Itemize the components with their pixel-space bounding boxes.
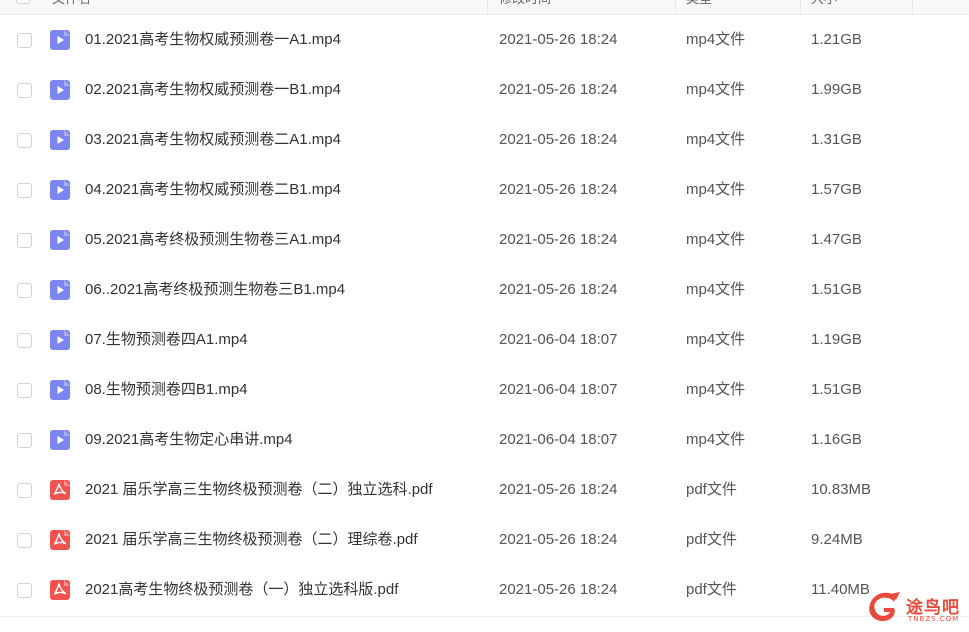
file-name[interactable]: 08.生物预测卷四B1.mp4: [85, 365, 248, 415]
file-type: pdf文件: [686, 581, 737, 598]
column-divider[interactable]: [487, 0, 488, 14]
file-mtime: 2021-05-26 18:24: [499, 531, 618, 548]
row-checkbox[interactable]: [17, 583, 32, 598]
file-row[interactable]: 07.生物预测卷四A1.mp4 2021-06-04 18:07 mp4文件 1.19…: [0, 315, 969, 365]
file-row[interactable]: 01.2021高考生物权威预测卷一A1.mp4 2021-05-26 18:24 m…: [0, 15, 969, 65]
row-checkbox[interactable]: [17, 33, 32, 48]
file-size: 1.99GB: [811, 81, 862, 98]
file-name[interactable]: 04.2021高考生物权威预测卷二B1.mp4: [85, 165, 341, 215]
column-header-mtime[interactable]: 修改时间: [499, 0, 551, 14]
pdf-file-icon: [50, 480, 70, 500]
video-file-icon: [50, 380, 70, 400]
file-type: mp4文件: [686, 231, 746, 248]
watermark-url: TNBZS.COM: [908, 615, 960, 623]
file-size: 1.47GB: [811, 231, 862, 248]
file-mtime: 2021-05-26 18:24: [499, 231, 618, 248]
column-divider[interactable]: [800, 0, 801, 14]
watermark: 途鸟吧 TNBZS.COM: [866, 588, 966, 628]
video-file-icon: [50, 430, 70, 450]
file-size: 11.40MB: [811, 581, 870, 598]
file-size: 1.51GB: [811, 381, 862, 398]
file-name[interactable]: 01.2021高考生物权威预测卷一A1.mp4: [85, 15, 341, 65]
file-mtime: 2021-06-04 18:07: [499, 431, 618, 448]
file-name[interactable]: 2021 届乐学高三生物终极预测卷（二）理综卷.pdf: [85, 515, 418, 565]
file-row[interactable]: 09.2021高考生物定心串讲.mp4 2021-06-04 18:07 mp4文件…: [0, 415, 969, 465]
file-name[interactable]: 02.2021高考生物权威预测卷一B1.mp4: [85, 65, 341, 115]
select-all-checkbox[interactable]: [16, 0, 30, 4]
file-row[interactable]: 08.生物预测卷四B1.mp4 2021-06-04 18:07 mp4文件 1.51…: [0, 365, 969, 415]
pdf-file-icon: [50, 530, 70, 550]
file-mtime: 2021-05-26 18:24: [499, 281, 618, 298]
file-name[interactable]: 03.2021高考生物权威预测卷二A1.mp4: [85, 115, 341, 165]
file-type: mp4文件: [686, 281, 746, 298]
file-name[interactable]: 07.生物预测卷四A1.mp4: [85, 315, 248, 365]
file-mtime: 2021-05-26 18:24: [499, 481, 618, 498]
file-mtime: 2021-05-26 18:24: [499, 131, 618, 148]
watermark-logo-icon: [869, 592, 900, 622]
file-mtime: 2021-05-26 18:24: [499, 81, 618, 98]
file-row[interactable]: 06..2021高考终极预测生物卷三B1.mp4 2021-05-26 18:24…: [0, 265, 969, 315]
file-size: 10.83MB: [811, 481, 872, 498]
file-name[interactable]: 2021高考生物终极预测卷（一）独立选科版.pdf: [85, 565, 398, 615]
file-name[interactable]: 09.2021高考生物定心串讲.mp4: [85, 415, 293, 465]
row-checkbox[interactable]: [17, 333, 32, 348]
row-checkbox[interactable]: [17, 183, 32, 198]
file-mtime: 2021-06-04 18:07: [499, 331, 618, 348]
row-checkbox[interactable]: [17, 83, 32, 98]
file-type: mp4文件: [686, 31, 746, 48]
file-row[interactable]: 02.2021高考生物权威预测卷一B1.mp4 2021-05-26 18:24 m…: [0, 65, 969, 115]
file-mtime: 2021-05-26 18:24: [499, 31, 618, 48]
file-list-header: 文件名 ▾ 修改时间 类型 大小: [0, 0, 969, 15]
file-type: mp4文件: [686, 81, 746, 98]
file-row[interactable]: 05.2021高考终极预测生物卷三A1.mp4 2021-05-26 18:24 m…: [0, 215, 969, 265]
row-checkbox[interactable]: [17, 433, 32, 448]
file-mtime: 2021-05-26 18:24: [499, 581, 618, 598]
file-size: 1.19GB: [811, 331, 862, 348]
video-file-icon: [50, 280, 70, 300]
column-divider[interactable]: [675, 0, 676, 14]
file-row[interactable]: 03.2021高考生物权威预测卷二A1.mp4 2021-05-26 18:24 m…: [0, 115, 969, 165]
list-bottom-divider: [0, 616, 969, 617]
file-name[interactable]: 06..2021高考终极预测生物卷三B1.mp4: [85, 265, 345, 315]
file-mtime: 2021-05-26 18:24: [499, 181, 618, 198]
file-row[interactable]: 04.2021高考生物权威预测卷二B1.mp4 2021-05-26 18:24 m…: [0, 165, 969, 215]
file-size: 1.51GB: [811, 281, 862, 298]
column-divider[interactable]: [912, 0, 913, 14]
pdf-file-icon: [50, 580, 70, 600]
file-size: 1.16GB: [811, 431, 862, 448]
file-row[interactable]: 2021高考生物终极预测卷（一）独立选科版.pdf 2021-05-26 18:2…: [0, 565, 969, 615]
video-file-icon: [50, 180, 70, 200]
file-row[interactable]: 2021 届乐学高三生物终极预测卷（二）理综卷.pdf 2021-05-26 18…: [0, 515, 969, 565]
file-size: 1.31GB: [811, 131, 862, 148]
video-file-icon: [50, 330, 70, 350]
video-file-icon: [50, 30, 70, 50]
column-header-size[interactable]: 大小: [811, 0, 837, 14]
file-type: mp4文件: [686, 131, 746, 148]
file-size: 1.57GB: [811, 181, 862, 198]
file-name[interactable]: 05.2021高考终极预测生物卷三A1.mp4: [85, 215, 341, 265]
file-type: mp4文件: [686, 181, 746, 198]
row-checkbox[interactable]: [17, 283, 32, 298]
file-row[interactable]: 2021 届乐学高三生物终极预测卷（二）独立选科.pdf 2021-05-26 1…: [0, 465, 969, 515]
file-mtime: 2021-06-04 18:07: [499, 381, 618, 398]
file-type: mp4文件: [686, 331, 746, 348]
file-size: 1.21GB: [811, 31, 862, 48]
column-header-name[interactable]: 文件名: [52, 0, 91, 14]
file-type: pdf文件: [686, 481, 737, 498]
row-checkbox[interactable]: [17, 233, 32, 248]
row-checkbox[interactable]: [17, 483, 32, 498]
file-type: mp4文件: [686, 381, 746, 398]
row-checkbox[interactable]: [17, 383, 32, 398]
file-name[interactable]: 2021 届乐学高三生物终极预测卷（二）独立选科.pdf: [85, 465, 433, 515]
video-file-icon: [50, 80, 70, 100]
row-checkbox[interactable]: [17, 533, 32, 548]
file-type: pdf文件: [686, 531, 737, 548]
file-type: mp4文件: [686, 431, 746, 448]
file-list: 01.2021高考生物权威预测卷一A1.mp4 2021-05-26 18:24 m…: [0, 15, 969, 615]
file-size: 9.24MB: [811, 531, 863, 548]
row-checkbox[interactable]: [17, 133, 32, 148]
video-file-icon: [50, 130, 70, 150]
video-file-icon: [50, 230, 70, 250]
column-header-type[interactable]: 类型: [686, 0, 712, 14]
